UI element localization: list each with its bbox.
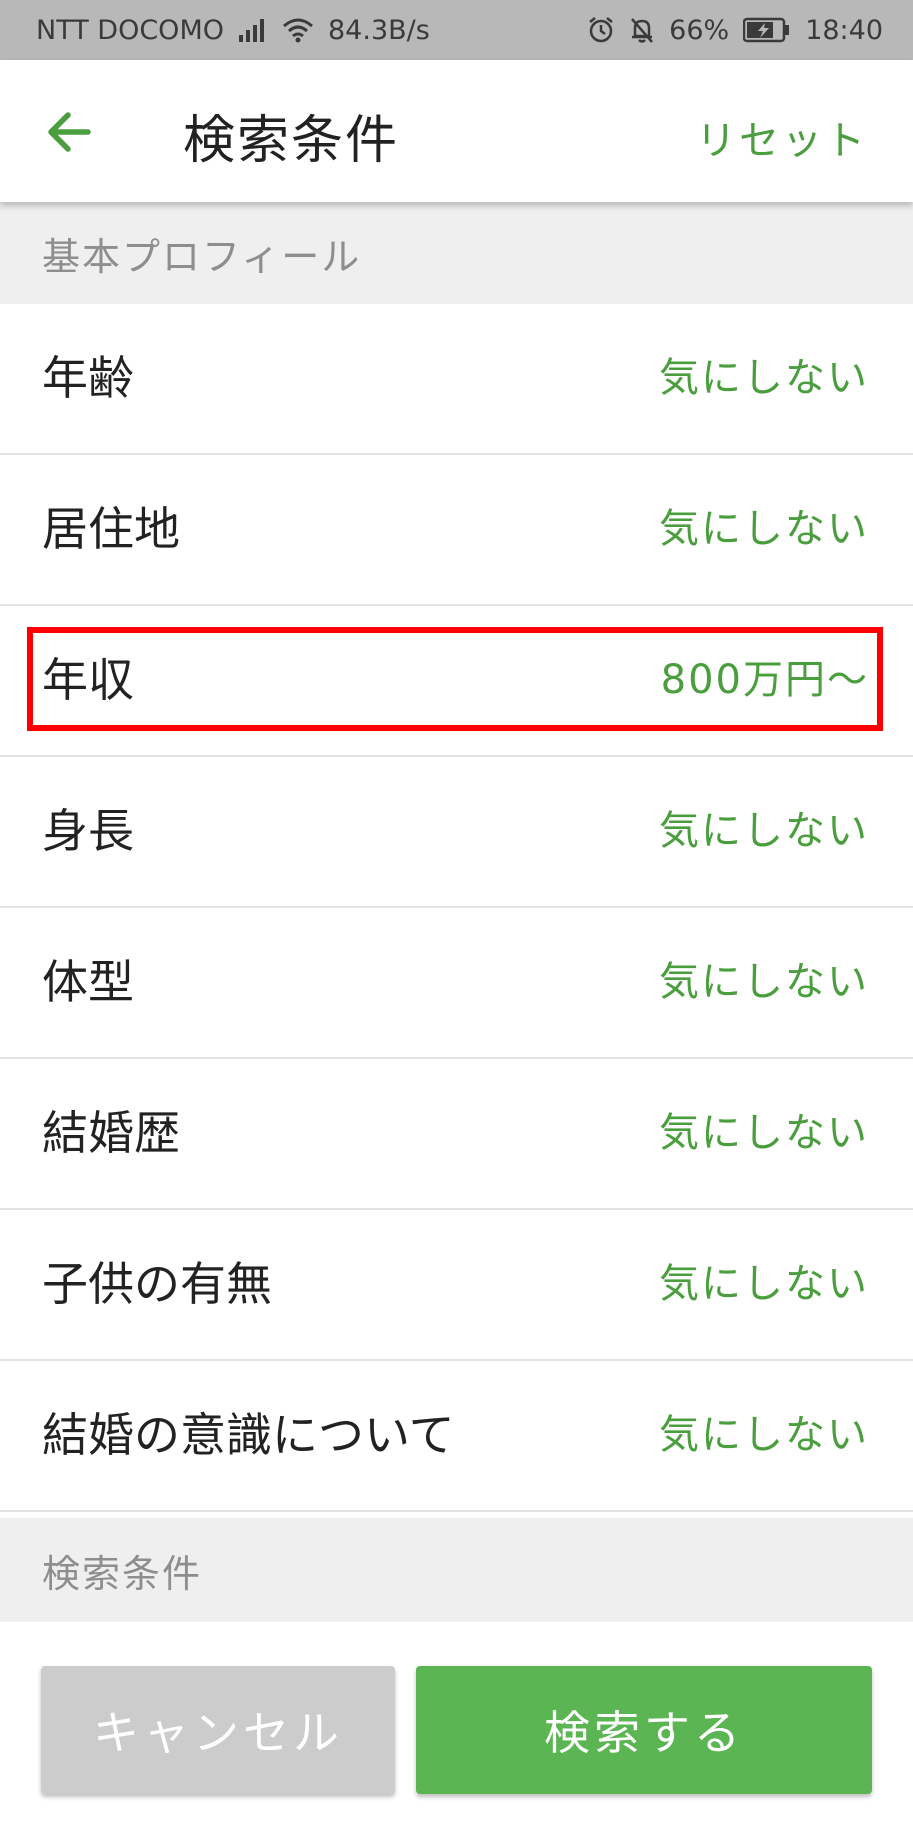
arrow-left-icon xyxy=(40,112,100,166)
search-button[interactable]: 検索する xyxy=(416,1666,872,1794)
row-value: 気にしない xyxy=(659,1110,869,1156)
row-value: 気にしない xyxy=(659,506,869,552)
page-title: 検索条件 xyxy=(183,111,400,171)
reset-button[interactable]: リセット xyxy=(696,108,868,166)
row-residence[interactable]: 居住地 気にしない xyxy=(0,455,913,606)
network-speed: 84.3B/s xyxy=(328,14,430,46)
row-label: 年収 xyxy=(42,653,134,707)
wifi-icon xyxy=(282,17,314,43)
section-header-basic-profile: 基本プロフィール xyxy=(0,202,913,304)
row-label: 子供の有無 xyxy=(42,1257,272,1311)
row-height[interactable]: 身長 気にしない xyxy=(0,757,913,908)
row-label: 年齢 xyxy=(42,351,134,405)
row-age[interactable]: 年齢 気にしない xyxy=(0,304,913,455)
condition-list: 年齢 気にしない 居住地 気にしない 年収 800万円〜 身長 気にしない 体型… xyxy=(0,304,913,1512)
section-header-search-conditions: 検索条件 xyxy=(0,1518,913,1622)
row-value: 800万円〜 xyxy=(660,657,869,703)
row-marriage-history[interactable]: 結婚歴 気にしない xyxy=(0,1059,913,1210)
row-label: 身長 xyxy=(42,804,134,858)
row-body-type[interactable]: 体型 気にしない xyxy=(0,908,913,1059)
row-value: 気にしない xyxy=(659,808,869,854)
row-value: 気にしない xyxy=(659,959,869,1005)
signal-icon xyxy=(238,17,268,43)
status-bar: NTT DOCOMO 84.3B/s 66% 18:40 xyxy=(0,0,913,60)
notifications-off-icon xyxy=(629,16,655,44)
cancel-button[interactable]: キャンセル xyxy=(41,1666,395,1794)
row-label: 結婚の意識について xyxy=(42,1408,455,1462)
carrier-name: NTT DOCOMO xyxy=(36,14,224,46)
battery-charging-icon xyxy=(743,17,791,43)
row-value: 気にしない xyxy=(659,355,869,401)
row-label: 体型 xyxy=(42,955,134,1009)
alarm-icon xyxy=(587,16,615,44)
app-bar: 検索条件 リセット xyxy=(0,60,913,202)
row-marriage-intent[interactable]: 結婚の意識について 気にしない xyxy=(0,1361,913,1512)
battery-percent: 66% xyxy=(669,14,730,46)
row-label: 居住地 xyxy=(42,502,180,556)
bottom-action-bar: キャンセル 検索する xyxy=(0,1622,913,1826)
row-label: 結婚歴 xyxy=(42,1106,180,1160)
back-button[interactable] xyxy=(40,102,100,162)
row-annual-income[interactable]: 年収 800万円〜 xyxy=(0,606,913,757)
row-value: 気にしない xyxy=(659,1412,869,1458)
row-value: 気にしない xyxy=(659,1261,869,1307)
row-children[interactable]: 子供の有無 気にしない xyxy=(0,1210,913,1361)
clock-time: 18:40 xyxy=(805,14,883,46)
